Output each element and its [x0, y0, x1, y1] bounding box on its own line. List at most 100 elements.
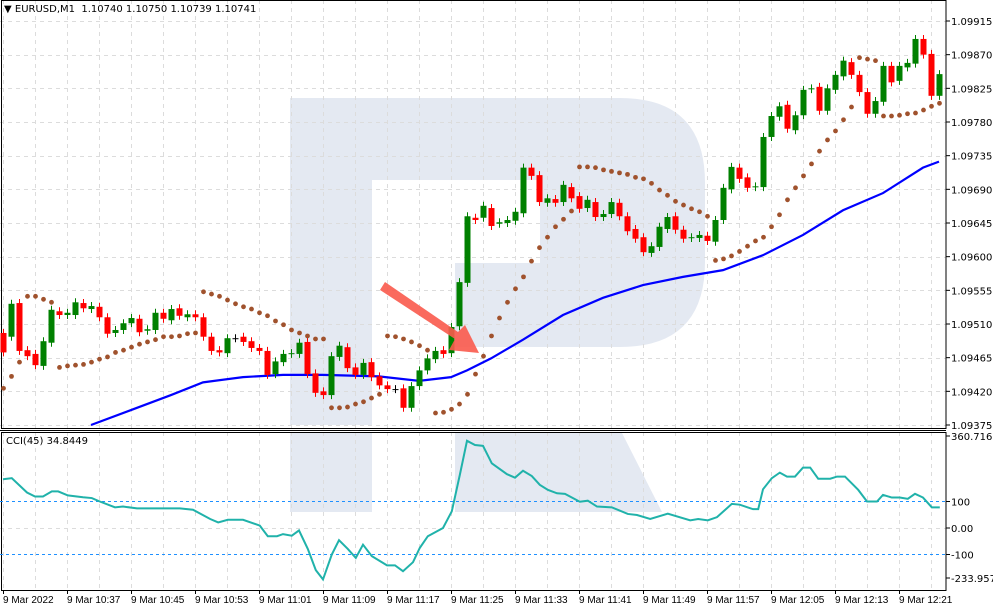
- candle-body: [760, 136, 767, 188]
- candle-body: [808, 88, 815, 90]
- cci-tick-label: -100: [951, 551, 974, 562]
- sar-dot: [297, 330, 302, 336]
- candle-body: [424, 358, 431, 371]
- sar-dot: [41, 296, 46, 302]
- sar-dot: [729, 253, 734, 259]
- candle-body: [256, 347, 263, 351]
- y-tick-label: 1.09600: [951, 253, 992, 264]
- sar-dot: [249, 306, 254, 312]
- triangle-down-icon[interactable]: ▼: [4, 4, 12, 15]
- candle-body: [632, 228, 639, 239]
- cci-tick-label: 0.00: [951, 524, 973, 535]
- sar-dot: [57, 364, 62, 370]
- candle-body: [680, 229, 687, 239]
- candle-body: [312, 373, 319, 393]
- candle: [240, 332, 247, 346]
- candle: [792, 111, 799, 135]
- candle: [808, 84, 815, 94]
- candle-body: [864, 92, 871, 114]
- candle-body: [56, 311, 63, 316]
- candle: [184, 310, 191, 322]
- sar-dot: [321, 336, 326, 342]
- candle-body: [288, 353, 295, 355]
- cci-tick-label: 100: [951, 498, 970, 509]
- candle: [280, 349, 287, 367]
- candle-body: [496, 222, 503, 224]
- candle: [192, 310, 199, 322]
- sar-dot: [857, 55, 862, 61]
- sar-dot: [361, 399, 366, 405]
- candle-body: [248, 341, 255, 348]
- sar-dot: [673, 198, 678, 204]
- candle-body: [888, 65, 895, 83]
- sar-dot: [529, 258, 534, 264]
- candle-body: [856, 74, 863, 93]
- candle-body: [344, 347, 351, 369]
- cci-tick-label: 360.7166: [951, 432, 993, 443]
- sar-dot: [641, 176, 646, 182]
- sar-dot: [777, 212, 782, 218]
- candle-body: [880, 65, 887, 102]
- candle: [208, 332, 215, 355]
- candle-body: [112, 329, 119, 333]
- candle-body: [552, 199, 559, 203]
- candle-body: [440, 350, 447, 354]
- candle-body: [936, 74, 943, 96]
- candle-body: [24, 350, 31, 357]
- candle-body: [200, 317, 207, 337]
- candle-body: [400, 388, 407, 408]
- ohlc-values: 1.10740 1.10750 1.10739 1.10741: [81, 4, 257, 15]
- sar-dot: [905, 111, 910, 117]
- y-tick-label: 1.09870: [951, 51, 992, 62]
- sar-dot: [97, 356, 102, 362]
- sar-dot: [721, 256, 726, 262]
- sar-dot: [137, 341, 142, 347]
- sar-dot: [929, 103, 934, 109]
- sar-dot: [697, 209, 702, 215]
- x-tick-label: 9 Mar 12:05: [771, 595, 825, 606]
- candle: [424, 354, 431, 375]
- sar-dot: [265, 313, 270, 319]
- candle-body: [504, 220, 511, 223]
- candle-body: [0, 332, 7, 353]
- candle-body: [920, 38, 927, 55]
- sar-dot: [33, 293, 38, 299]
- candle-body: [224, 338, 231, 354]
- sar-dot: [921, 107, 926, 113]
- candle-body: [144, 329, 151, 331]
- candle: [848, 58, 855, 79]
- candle: [760, 132, 767, 192]
- sar-dot: [65, 363, 70, 369]
- price-chart[interactable]: 1.09915 1.09870 1.09825 1.09780 1.09735 1.096…: [0, 0, 993, 610]
- candle-body: [184, 314, 191, 318]
- candle: [136, 314, 143, 337]
- sar-dot: [369, 395, 374, 401]
- candle-body: [408, 386, 415, 408]
- candle-body: [816, 86, 823, 111]
- candle-body: [352, 367, 359, 375]
- sar-dot: [457, 401, 462, 407]
- candle-body: [536, 175, 543, 203]
- sar-dot: [305, 333, 310, 339]
- sar-dot: [449, 406, 454, 412]
- sar-dot: [593, 165, 598, 171]
- sar-dot: [609, 168, 614, 174]
- sar-dot: [545, 234, 550, 240]
- sar-dot: [225, 297, 230, 303]
- cci-tick-label: -233.9572: [951, 574, 993, 585]
- sar-dot: [713, 258, 718, 263]
- sar-dot: [569, 208, 574, 214]
- sar-dot: [561, 216, 566, 222]
- candle-body: [512, 211, 519, 221]
- candle-body: [72, 302, 79, 316]
- candle-body: [776, 106, 783, 117]
- candle: [200, 313, 207, 341]
- candle: [88, 302, 95, 314]
- x-tick-label: 9 Mar 11:33: [515, 595, 568, 606]
- sar-dot: [161, 334, 166, 340]
- candle-body: [768, 116, 775, 137]
- candle: [776, 102, 783, 121]
- candle-body: [904, 62, 911, 68]
- candle-body: [104, 317, 111, 334]
- candle-body: [392, 389, 399, 391]
